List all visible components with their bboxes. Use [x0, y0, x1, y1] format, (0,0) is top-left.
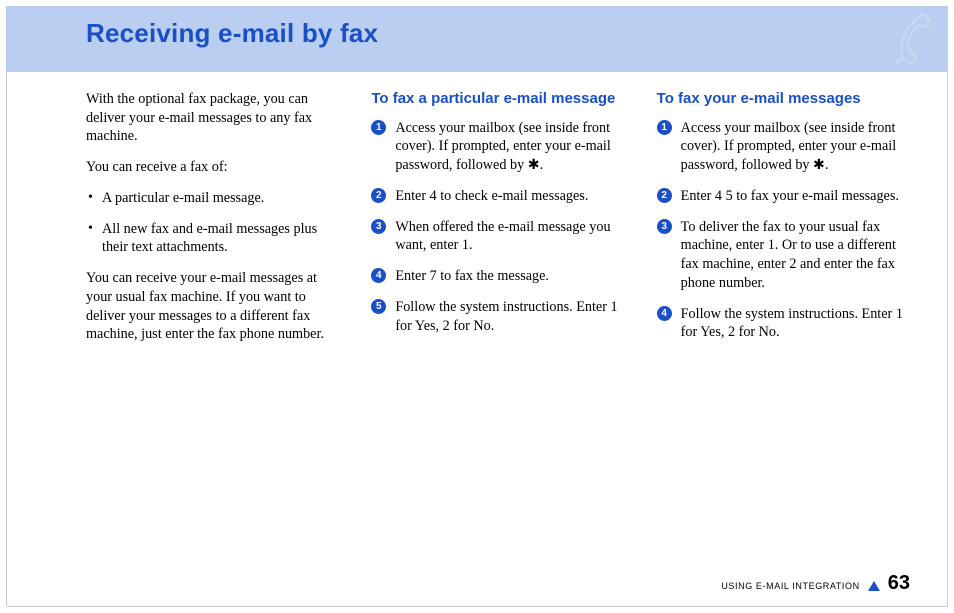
step-number-icon: 4 [657, 306, 672, 321]
step-text: Enter 7 to fax the message. [395, 268, 549, 284]
step-item: 3 To deliver the fax to your usual fax ma… [657, 218, 914, 293]
intro-bullet-list: A particular e-mail message. All new fax… [86, 189, 343, 257]
step-item: 2 Enter 4 5 to fax your e-mail messages. [657, 187, 914, 206]
intro-bullet: All new fax and e-mail messages plus the… [86, 220, 343, 257]
column-fax-particular: To fax a particular e-mail message 1 Acce… [371, 90, 628, 356]
step-number-icon: 1 [657, 120, 672, 135]
step-text: Follow the system instructions. Enter 1 … [395, 299, 617, 334]
step-item: 1 Access your mailbox (see inside front c… [371, 119, 628, 175]
step-item: 2 Enter 4 to check e-mail messages. [371, 187, 628, 206]
step-text: To deliver the fax to your usual fax mac… [681, 219, 896, 291]
triangle-up-icon [868, 581, 880, 591]
intro-p2: You can receive a fax of: [86, 158, 343, 177]
phone-handset-icon [890, 10, 936, 66]
steps-particular: 1 Access your mailbox (see inside front c… [371, 119, 628, 336]
column-intro: With the optional fax package, you can d… [86, 90, 343, 356]
step-text: Enter 4 5 to fax your e-mail messages. [681, 188, 899, 204]
content-columns: With the optional fax package, you can d… [86, 90, 914, 356]
step-number-icon: 2 [371, 188, 386, 203]
step-item: 1 Access your mailbox (see inside front c… [657, 119, 914, 175]
step-number-icon: 3 [371, 219, 386, 234]
page-title: Receiving e-mail by fax [86, 18, 378, 49]
intro-p1: With the optional fax package, you can d… [86, 90, 343, 146]
column-fax-all: To fax your e-mail messages 1 Access your… [657, 90, 914, 356]
step-item: 4 Follow the system instructions. Enter 1… [657, 305, 914, 342]
step-item: 3 When offered the e-mail message you wan… [371, 218, 628, 255]
step-number-icon: 1 [371, 120, 386, 135]
step-text: Access your mailbox (see inside front co… [681, 120, 896, 173]
section-heading-all: To fax your e-mail messages [657, 90, 914, 109]
steps-all: 1 Access your mailbox (see inside front c… [657, 119, 914, 342]
step-text: Access your mailbox (see inside front co… [395, 120, 610, 173]
step-item: 4 Enter 7 to fax the message. [371, 267, 628, 286]
step-text: When offered the e-mail message you want… [395, 219, 610, 254]
step-text: Enter 4 to check e-mail messages. [395, 188, 588, 204]
step-number-icon: 3 [657, 219, 672, 234]
step-text: Follow the system instructions. Enter 1 … [681, 306, 903, 341]
step-number-icon: 4 [371, 268, 386, 283]
step-number-icon: 5 [371, 299, 386, 314]
step-item: 5 Follow the system instructions. Enter 1… [371, 298, 628, 335]
intro-p3: You can receive your e-mail messages at … [86, 269, 343, 344]
page-number: 63 [888, 572, 910, 595]
page-footer: USING E-MAIL INTEGRATION 63 [721, 572, 910, 595]
intro-bullet: A particular e-mail message. [86, 189, 343, 208]
step-number-icon: 2 [657, 188, 672, 203]
footer-section-label: USING E-MAIL INTEGRATION [721, 581, 859, 591]
section-heading-particular: To fax a particular e-mail message [371, 90, 628, 109]
